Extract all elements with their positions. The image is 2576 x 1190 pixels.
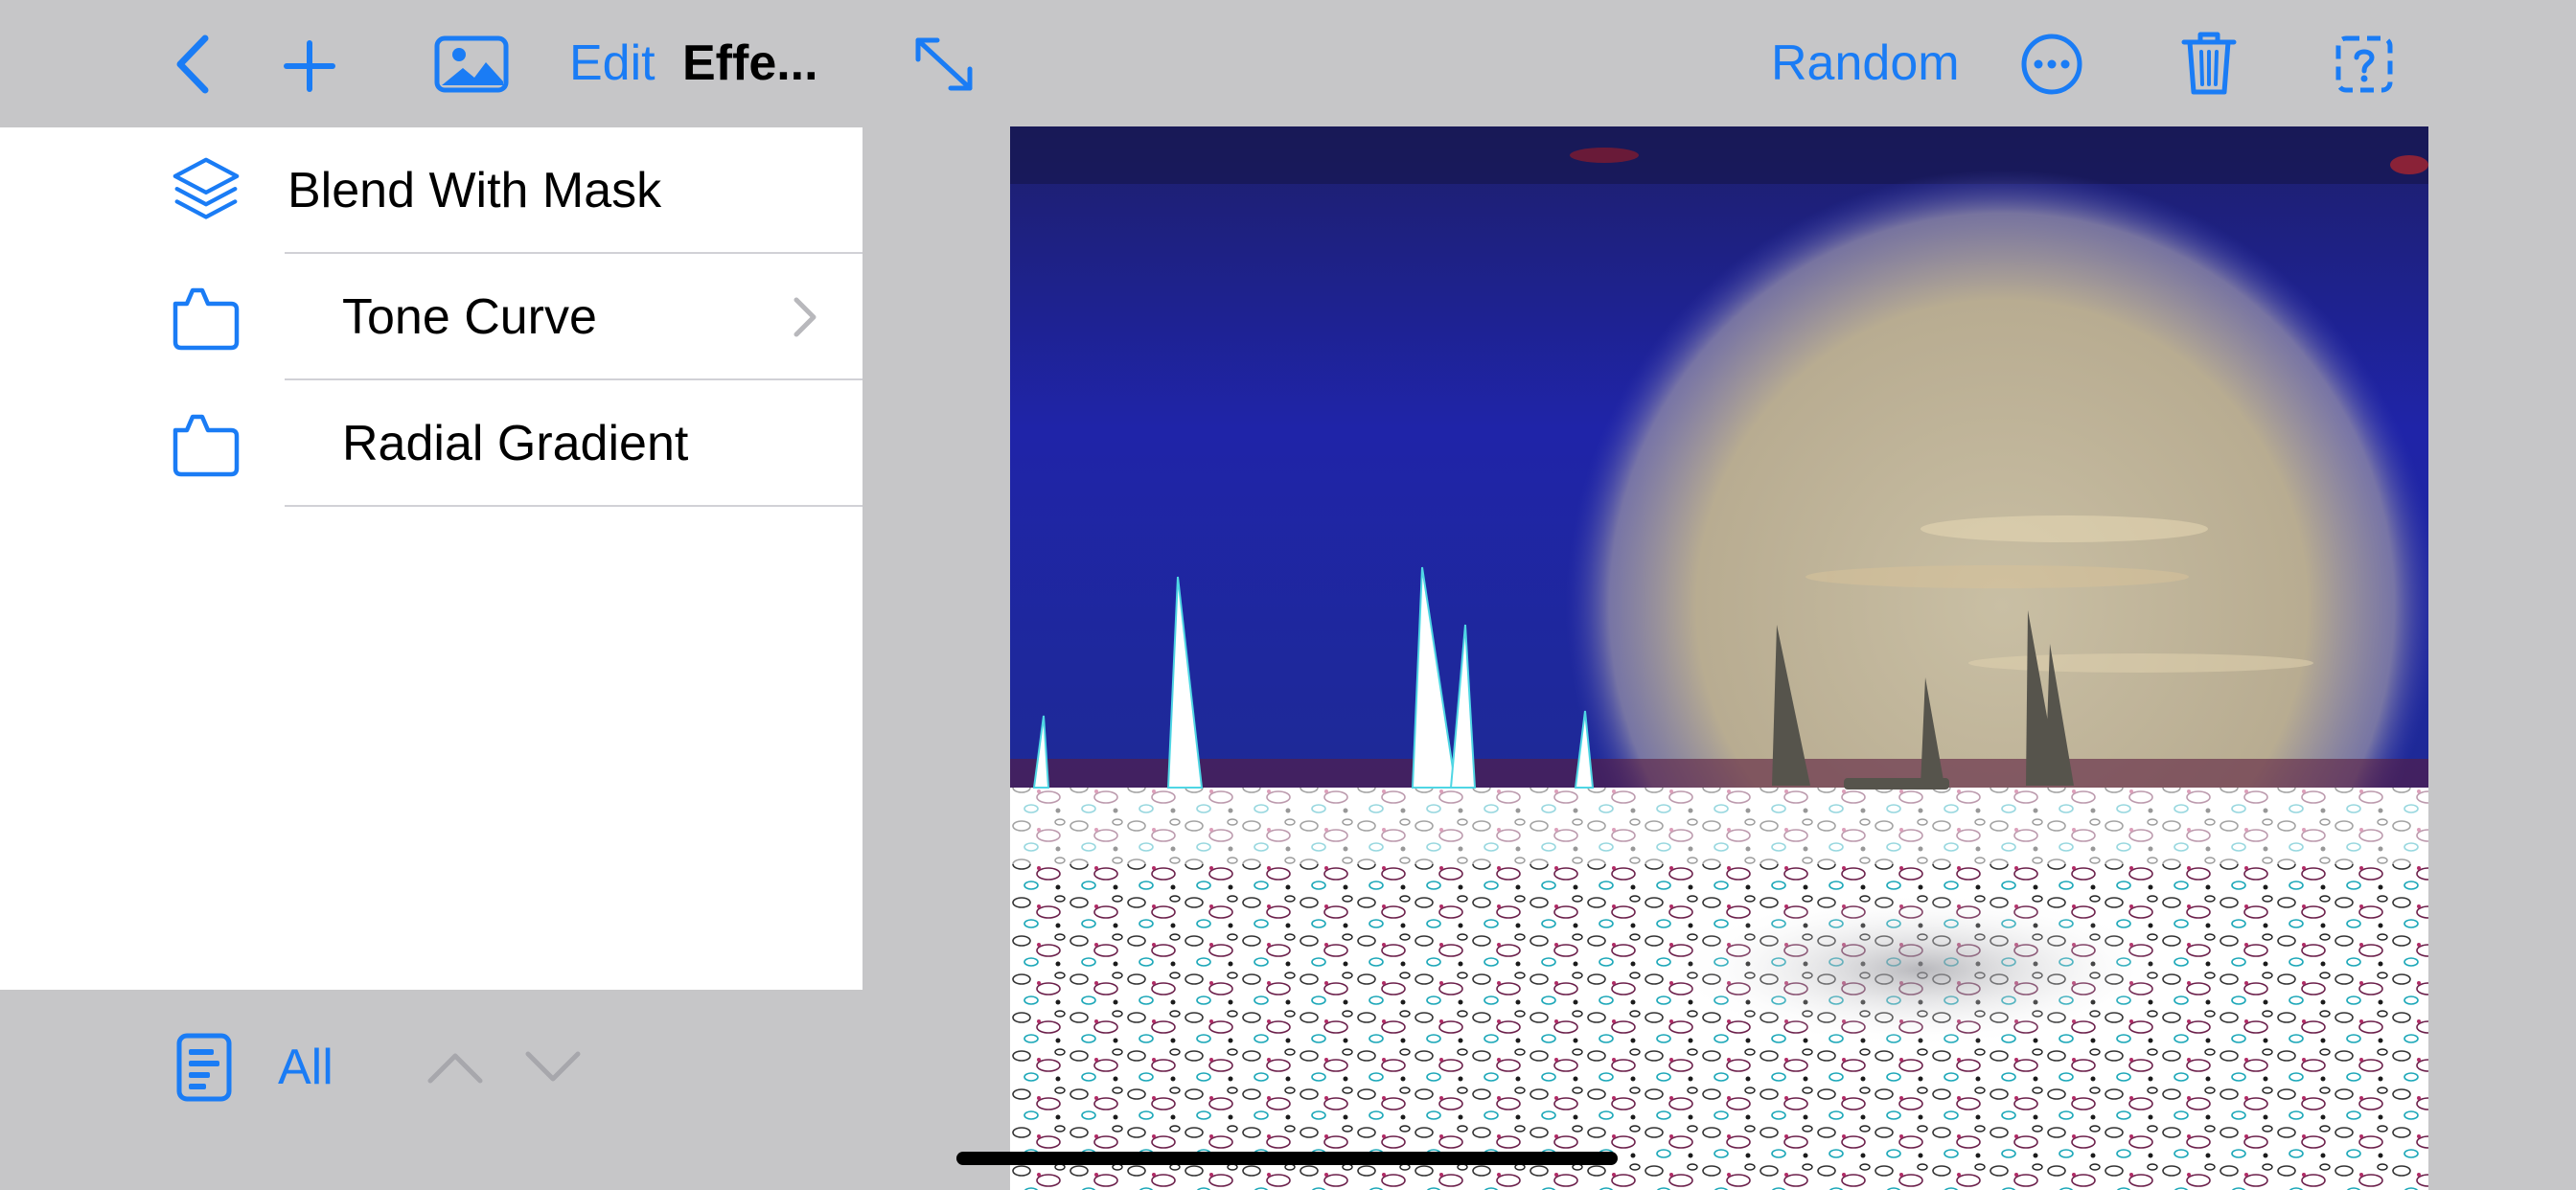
list-item-label: Blend With Mask xyxy=(288,163,662,218)
chevron-up-icon xyxy=(427,1053,483,1084)
chevron-down-icon xyxy=(525,1051,581,1082)
list-item-label: Tone Curve xyxy=(342,289,597,345)
back-button[interactable] xyxy=(163,31,220,98)
expand-button[interactable] xyxy=(910,33,978,96)
layers-icon xyxy=(172,157,240,219)
random-button[interactable]: Random xyxy=(1771,29,1960,98)
page-title: Effe... xyxy=(682,35,818,91)
add-button[interactable] xyxy=(278,34,341,98)
document-list-icon xyxy=(176,1033,232,1102)
chevron-left-icon xyxy=(176,34,209,94)
next-button[interactable] xyxy=(521,1039,585,1096)
edit-button[interactable]: Edit xyxy=(569,29,656,98)
list-item-radial-gradient[interactable]: Radial Gradient xyxy=(0,380,862,507)
expand-arrows-icon xyxy=(915,37,973,91)
help-button[interactable] xyxy=(2333,33,2396,96)
document-button[interactable] xyxy=(172,1029,236,1106)
top-toolbar: Edit Effe... Random xyxy=(0,0,2576,126)
home-indicator xyxy=(956,1152,1618,1165)
bottom-toolbar: All xyxy=(0,991,862,1144)
list-item-label: Radial Gradient xyxy=(342,416,689,471)
divider xyxy=(285,505,862,507)
photo-icon xyxy=(434,35,509,93)
effect-preview-image[interactable] xyxy=(1010,126,2428,1190)
dashed-question-icon xyxy=(2335,35,2393,93)
tag-shape-icon xyxy=(172,414,240,477)
ellipsis-circle-icon xyxy=(2021,34,2082,95)
tag-shape-icon xyxy=(172,287,240,351)
preview-image-drawing xyxy=(1010,126,2428,1190)
plus-icon xyxy=(284,40,335,92)
list-item-tone-curve[interactable]: Tone Curve xyxy=(0,254,862,380)
effects-list-panel: Blend With Mask Tone Curve Radial Gradie… xyxy=(0,127,862,990)
filter-all-button[interactable]: All xyxy=(278,1033,334,1102)
list-item-blend-with-mask[interactable]: Blend With Mask xyxy=(0,127,862,254)
more-button[interactable] xyxy=(2018,33,2085,96)
chevron-right-icon xyxy=(794,297,816,337)
trash-icon xyxy=(2181,32,2237,95)
delete-button[interactable] xyxy=(2177,27,2241,100)
previous-button[interactable] xyxy=(424,1039,487,1096)
photo-button[interactable] xyxy=(433,33,510,96)
